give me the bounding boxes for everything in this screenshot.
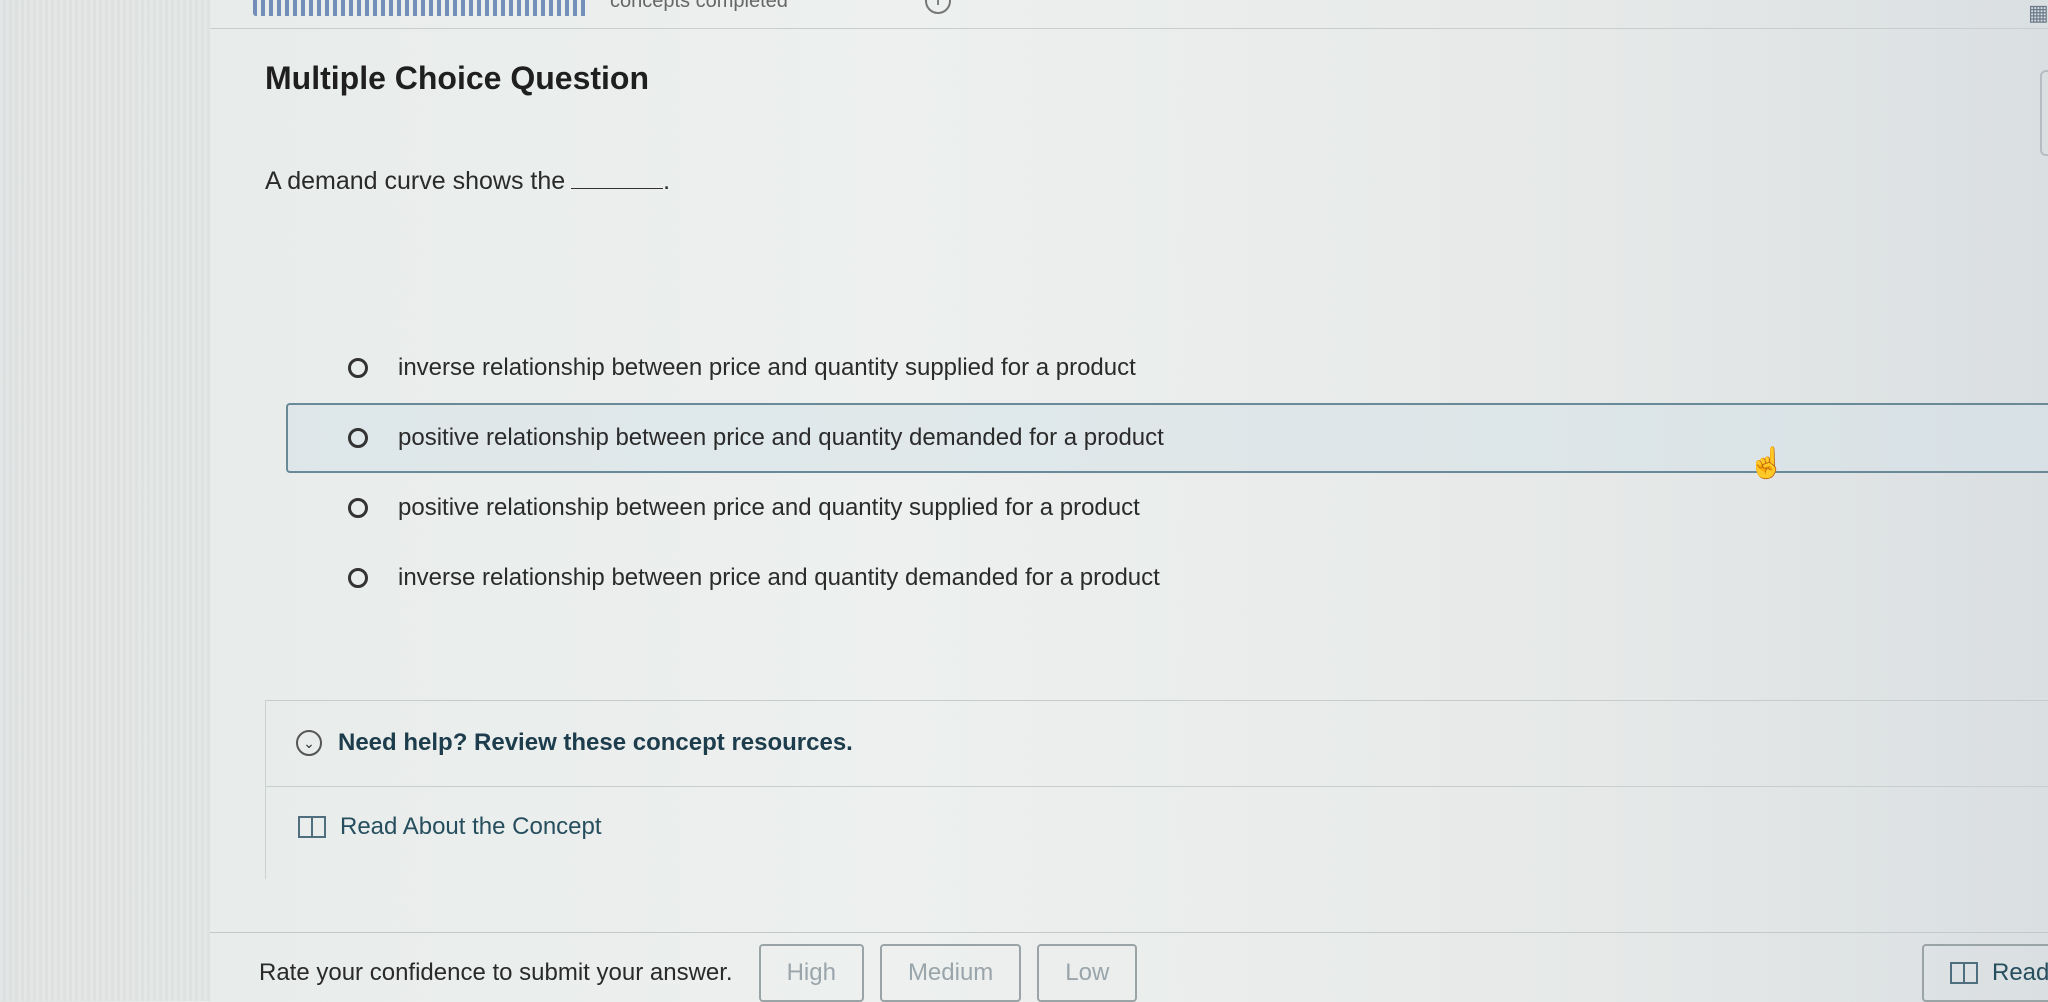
chevron-down-icon: ⌄ xyxy=(296,730,322,756)
answer-option-1[interactable]: inverse relationship between price and q… xyxy=(286,333,2048,403)
read-about-concept-label: Read About the Concept xyxy=(340,813,602,840)
answer-option-3[interactable]: positive relationship between price and … xyxy=(286,473,2048,543)
confidence-high-button[interactable]: High xyxy=(758,944,864,1002)
bottom-divider xyxy=(210,932,2048,933)
question-prompt: A demand curve shows the. xyxy=(265,166,670,196)
confidence-low-button[interactable]: Low xyxy=(1037,944,1138,1002)
book-icon xyxy=(298,816,326,838)
answer-option-label: inverse relationship between price and q… xyxy=(398,354,1136,381)
answer-blank xyxy=(571,166,664,189)
progress-indicator xyxy=(253,0,588,16)
progress-text: concepts completed xyxy=(610,0,788,12)
radio-button[interactable] xyxy=(348,568,368,588)
radio-button[interactable] xyxy=(348,358,368,378)
question-prompt-text: A demand curve shows the xyxy=(265,167,566,195)
help-panel: ⌄ Need help? Review these concept resour… xyxy=(265,700,2048,879)
answer-option-label: positive relationship between price and … xyxy=(398,424,1164,451)
confidence-prompt: Rate your confidence to submit your answ… xyxy=(259,959,733,986)
radio-button[interactable] xyxy=(348,428,368,448)
book-icon xyxy=(1950,962,1978,984)
reading-label: Readi xyxy=(1992,959,2048,986)
answer-option-4[interactable]: inverse relationship between price and q… xyxy=(286,543,2048,613)
reading-button[interactable]: Readi xyxy=(1922,944,2048,1002)
calendar-icon[interactable]: ▦ xyxy=(2028,0,2048,34)
help-title: Need help? Review these concept resource… xyxy=(338,729,853,756)
radio-button[interactable] xyxy=(348,498,368,518)
confidence-medium-button[interactable]: Medium xyxy=(879,944,1022,1002)
question-type-title: Multiple Choice Question xyxy=(265,60,650,96)
help-toggle[interactable]: ⌄ Need help? Review these concept resour… xyxy=(296,729,853,757)
question-prompt-end: . xyxy=(663,167,671,195)
side-panel-tab[interactable] xyxy=(2040,70,2048,156)
answer-option-label: positive relationship between price and … xyxy=(398,494,1140,521)
confidence-bar: Rate your confidence to submit your answ… xyxy=(259,944,1153,1002)
answer-option-label: inverse relationship between price and q… xyxy=(398,564,1160,591)
read-about-concept-link[interactable]: Read About the Concept xyxy=(298,813,602,841)
help-divider xyxy=(266,786,2048,787)
left-gutter xyxy=(0,0,210,1001)
hand-pointer-icon: ☝ xyxy=(1748,447,1786,480)
